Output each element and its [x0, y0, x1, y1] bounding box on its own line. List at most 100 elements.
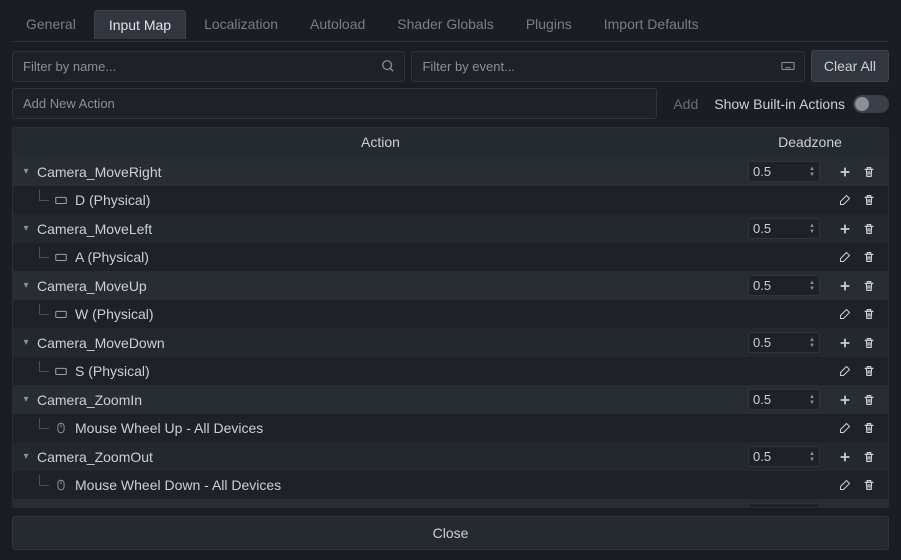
- action-name[interactable]: Camera_MoveUp: [33, 276, 748, 296]
- keyboard-icon: [53, 249, 69, 265]
- action-name[interactable]: Camera_MoveLeft: [33, 219, 748, 239]
- event-row: Mouse Wheel Down - All Devices: [13, 471, 888, 499]
- event-row: W (Physical): [13, 300, 888, 328]
- delete-action-button[interactable]: [860, 220, 878, 238]
- close-button[interactable]: Close: [12, 516, 889, 550]
- event-row: D (Physical): [13, 186, 888, 214]
- tab-input-map[interactable]: Input Map: [94, 10, 186, 39]
- delete-event-button[interactable]: [860, 305, 878, 323]
- expand-icon[interactable]: ▾: [19, 337, 33, 348]
- action-row: ▾ Camera_MoveDown 0.5 ▲▼: [13, 328, 888, 357]
- edit-event-button[interactable]: [836, 248, 854, 266]
- add-event-button[interactable]: [836, 391, 854, 409]
- action-row: ▾ Camera_ZoomOut 0.5 ▲▼: [13, 442, 888, 471]
- event-row: A (Physical): [13, 243, 888, 271]
- tab-shader-globals[interactable]: Shader Globals: [383, 10, 508, 39]
- tree-branch-icon: [35, 361, 53, 381]
- keyboard-icon: [53, 192, 69, 208]
- action-name[interactable]: Camera_ZoomOut: [33, 447, 748, 467]
- deadzone-input[interactable]: 0.5 ▲▼: [748, 218, 820, 239]
- mouse-icon: [53, 420, 69, 436]
- tree-branch-icon: [35, 304, 53, 324]
- spinner-icon[interactable]: ▲▼: [809, 394, 815, 406]
- edit-event-button[interactable]: [836, 305, 854, 323]
- expand-icon[interactable]: ▾: [19, 394, 33, 405]
- deadzone-input[interactable]: 0.5 ▲▼: [748, 275, 820, 296]
- spinner-icon[interactable]: ▲▼: [809, 280, 815, 292]
- delete-action-button[interactable]: [860, 334, 878, 352]
- event-row: Mouse Wheel Up - All Devices: [13, 414, 888, 442]
- deadzone-input[interactable]: 0.5 ▲▼: [748, 332, 820, 353]
- edit-event-button[interactable]: [836, 476, 854, 494]
- spinner-icon[interactable]: ▲▼: [809, 451, 815, 463]
- expand-icon[interactable]: ▾: [19, 166, 33, 177]
- event-label[interactable]: Mouse Wheel Down - All Devices: [75, 477, 828, 493]
- deadzone-input[interactable]: 0.5 ▲▼: [748, 446, 820, 467]
- delete-action-button[interactable]: [860, 448, 878, 466]
- tree-branch-icon: [35, 247, 53, 267]
- event-row: S (Physical): [13, 357, 888, 385]
- tab-import-defaults[interactable]: Import Defaults: [590, 10, 713, 39]
- show-builtin-toggle[interactable]: [853, 95, 889, 113]
- spinner-icon[interactable]: ▲▼: [809, 223, 815, 235]
- event-label[interactable]: Mouse Wheel Up - All Devices: [75, 420, 828, 436]
- add-event-button[interactable]: [836, 220, 854, 238]
- add-event-button[interactable]: [836, 277, 854, 295]
- add-event-button[interactable]: [836, 505, 854, 508]
- delete-action-button[interactable]: [860, 277, 878, 295]
- event-label[interactable]: D (Physical): [75, 192, 828, 208]
- event-label[interactable]: W (Physical): [75, 306, 828, 322]
- show-builtin-label: Show Built-in Actions: [714, 96, 845, 112]
- action-name[interactable]: Camera_ZoomReset: [33, 504, 748, 508]
- delete-action-button[interactable]: [860, 391, 878, 409]
- deadzone-input[interactable]: 0.5 ▲▼: [748, 161, 820, 182]
- filter-event-wrapper: [411, 51, 804, 82]
- tab-autoload[interactable]: Autoload: [296, 10, 379, 39]
- action-row: ▾ Camera_MoveRight 0.5 ▲▼: [13, 157, 888, 186]
- deadzone-input[interactable]: 0.5 ▲▼: [748, 389, 820, 410]
- edit-event-button[interactable]: [836, 419, 854, 437]
- clear-all-button[interactable]: Clear All: [811, 50, 889, 82]
- filter-event-input[interactable]: [411, 51, 804, 82]
- add-event-button[interactable]: [836, 163, 854, 181]
- add-action-input[interactable]: [12, 88, 657, 119]
- delete-event-button[interactable]: [860, 248, 878, 266]
- actions-table: Action Deadzone ▾ Camera_MoveRight 0.5 ▲…: [12, 127, 889, 508]
- tree-branch-icon: [35, 190, 53, 210]
- deadzone-input[interactable]: 0.5 ▲▼: [748, 503, 820, 507]
- action-name[interactable]: Camera_MoveRight: [33, 162, 748, 182]
- edit-event-button[interactable]: [836, 191, 854, 209]
- delete-action-button[interactable]: [860, 505, 878, 508]
- action-name[interactable]: Camera_ZoomIn: [33, 390, 748, 410]
- spinner-icon[interactable]: ▲▼: [809, 166, 815, 178]
- action-name[interactable]: Camera_MoveDown: [33, 333, 748, 353]
- action-row: ▾ Camera_ZoomReset 0.5 ▲▼: [13, 499, 888, 507]
- delete-event-button[interactable]: [860, 191, 878, 209]
- action-column-header: Action: [21, 134, 740, 150]
- show-builtin-group: Show Built-in Actions: [714, 95, 889, 113]
- add-event-button[interactable]: [836, 448, 854, 466]
- tree-branch-icon: [35, 418, 53, 438]
- event-label[interactable]: S (Physical): [75, 363, 828, 379]
- delete-event-button[interactable]: [860, 476, 878, 494]
- expand-icon[interactable]: ▾: [19, 451, 33, 462]
- keyboard-icon: [53, 306, 69, 322]
- edit-event-button[interactable]: [836, 362, 854, 380]
- delete-event-button[interactable]: [860, 362, 878, 380]
- add-button[interactable]: Add: [663, 89, 708, 119]
- action-row: ▾ Camera_ZoomIn 0.5 ▲▼: [13, 385, 888, 414]
- tab-general[interactable]: General: [12, 10, 90, 39]
- delete-event-button[interactable]: [860, 419, 878, 437]
- tab-localization[interactable]: Localization: [190, 10, 292, 39]
- delete-action-button[interactable]: [860, 163, 878, 181]
- expand-icon[interactable]: ▾: [19, 280, 33, 291]
- event-label[interactable]: A (Physical): [75, 249, 828, 265]
- keyboard-icon: [53, 363, 69, 379]
- mouse-icon: [53, 477, 69, 493]
- spinner-icon[interactable]: ▲▼: [809, 337, 815, 349]
- tab-plugins[interactable]: Plugins: [512, 10, 586, 39]
- expand-icon[interactable]: ▾: [19, 223, 33, 234]
- add-event-button[interactable]: [836, 334, 854, 352]
- action-row: ▾ Camera_MoveLeft 0.5 ▲▼: [13, 214, 888, 243]
- filter-name-input[interactable]: [12, 51, 405, 82]
